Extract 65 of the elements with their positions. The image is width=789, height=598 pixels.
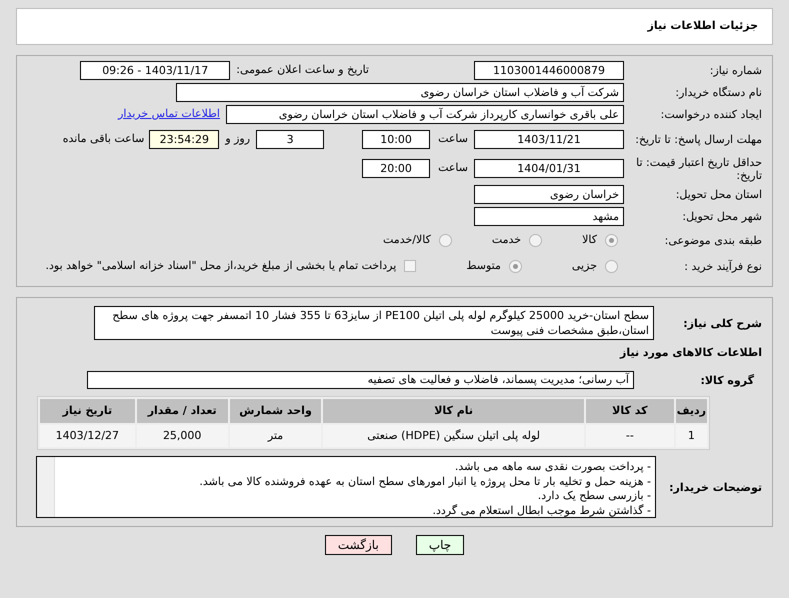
countdown-value: 23:54:29 <box>149 130 220 149</box>
field-value: 10:00 <box>362 130 430 149</box>
column-header: نام کالا <box>323 399 584 423</box>
back-button[interactable]: بازگشت <box>324 535 392 555</box>
field-value: مشهد <box>474 206 624 226</box>
field-value: 1403/11/21 <box>474 130 624 149</box>
column-header: کد کالا <box>586 399 674 423</box>
field-label: شرح کلی نیاز: <box>682 316 763 330</box>
field-label: نام دستگاه خریدار: <box>674 86 763 98</box>
field-label: ساعت باقی مانده <box>62 131 144 148</box>
notes-field[interactable]: - پرداخت بصورت نقدی سه ماهه می باشد. - هزینه حمل و تخلیه بار تا محل پروژه یا انبار امورهای سطح استان به عهده فروشنده کالا می باشد. - بازرسی سطح یک دارد. - گذاشتن شرط موجب ابطال استعلام می گردد. <box>36 456 656 518</box>
field-value: علی باقری خوانساری کارپرداز شرکت آب و فاضلاب استان خراسان رضوی <box>226 104 624 124</box>
table-cell: 1 <box>676 425 707 447</box>
page-title: جزئیات اطلاعات نیاز <box>648 18 758 34</box>
description-field[interactable]: سطح استان-خرید 25000 کیلوگرم لوله پلی اتیلن PE100 از سایز63 تا 355 فشار 10 اتمسفر جهت پروژه های سطح استان،طبق مشخصات فنی پیوست <box>94 306 654 340</box>
field-label: مهلت ارسال پاسخ: تا تاریخ: <box>634 133 763 146</box>
field-value: شرکت آب و فاضلاب استان خراسان رضوی <box>176 82 624 102</box>
column-header: واحد شمارش <box>230 399 322 423</box>
radio-button[interactable] <box>438 234 452 246</box>
field-label: ایجاد کننده درخواست: <box>660 108 763 120</box>
column-header: تعداد / مقدار <box>136 399 228 423</box>
field-value: 3 <box>256 130 324 149</box>
field-label: نوع فرآیند خرید : <box>683 260 763 272</box>
field-label: روز و <box>225 131 250 148</box>
column-header: تاریخ نیاز <box>40 399 135 423</box>
field-label: شماره نیاز: <box>708 64 763 76</box>
field-label: ساعت <box>438 160 468 176</box>
field-value: 1404/01/31 <box>474 159 624 178</box>
radio-button[interactable] <box>529 234 542 246</box>
field-label: طبقه بندی موضوعی: <box>664 234 763 246</box>
field-value: 1403/11/17 - 09:26 <box>80 60 230 80</box>
contact-link[interactable]: اطلاعات تماس خریدار <box>118 106 220 122</box>
field-label: گروه کالا: <box>699 374 755 386</box>
field-label: شهر محل تحویل: <box>681 210 763 222</box>
radio-button[interactable] <box>508 260 522 272</box>
note-line: - هزینه حمل و تخلیه بار تا محل پروژه یا انبار امورهای سطح استان به عهده فروشنده کالا می باشد. <box>198 474 651 489</box>
field-label: ساعت <box>438 131 468 148</box>
field-label: استان محل تحویل: <box>674 188 763 200</box>
field-label: توضیحات خریدار: <box>668 480 763 494</box>
table-cell: متر <box>230 425 322 447</box>
radio-button[interactable] <box>605 260 618 272</box>
table-cell: 1403/12/27 <box>40 425 135 447</box>
note-line: - پرداخت بصورت نقدی سه ماهه می باشد. <box>454 460 651 474</box>
option-label: جزیی <box>572 258 597 274</box>
option-label: متوسط <box>466 258 501 274</box>
option-label: کالا <box>582 232 597 248</box>
field-label: حداقل تاریخ اعتبار قیمت: تا تاریخ: <box>635 156 763 182</box>
checkbox-label: پرداخت تمام یا بخشی از مبلغ خرید،از محل "اسناد خزانه اسلامی" خواهد بود. <box>46 258 396 274</box>
field-value: 20:00 <box>362 159 430 178</box>
option-label: کالا/خدمت <box>383 232 431 248</box>
column-header: ردیف <box>676 399 707 423</box>
note-line: - گذاشتن شرط موجب ابطال استعلام می گردد. <box>432 504 651 518</box>
field-value: خراسان رضوی <box>474 184 624 204</box>
field-label: تاریخ و ساعت اعلان عمومی: <box>236 62 369 78</box>
field-value: آب رسانی؛ مدیریت پسماند، فاضلاب و فعالیت های تصفیه <box>87 371 634 389</box>
table-cell: -- <box>586 425 674 447</box>
table-cell: لوله پلی اتیلن سنگین (HDPE) صنعتی <box>323 425 584 447</box>
table-cell: 25,000 <box>136 425 228 447</box>
checkbox[interactable] <box>404 260 416 272</box>
field-value: 1103001446000879 <box>474 60 624 80</box>
print-button[interactable]: چاپ <box>416 535 464 555</box>
section-title: اطلاعات کالاهای مورد نیاز <box>620 346 763 358</box>
option-label: خدمت <box>492 232 522 248</box>
radio-button[interactable] <box>605 234 618 246</box>
note-line: - بازرسی سطح یک دارد. <box>536 489 651 504</box>
